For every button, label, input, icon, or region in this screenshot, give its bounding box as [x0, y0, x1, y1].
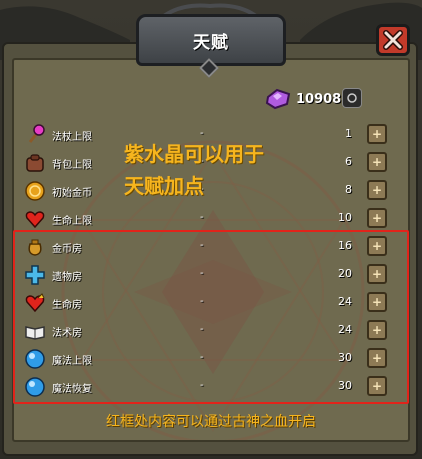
talent-label: 背包上限 [52, 160, 92, 171]
upgrade-button[interactable]: + [367, 180, 387, 200]
locked-talents-highlight [13, 230, 409, 404]
title-banner: 天赋 [136, 14, 286, 66]
close-button[interactable] [376, 24, 410, 56]
wand-icon [28, 124, 45, 143]
talent-value: 8 [345, 183, 352, 196]
upgrade-button[interactable]: + [367, 124, 387, 144]
annotation-text: 紫水晶可以用于 天赋加点 [124, 138, 324, 202]
page-title: 天赋 [193, 32, 229, 53]
talent-row: 生命上限 - 10 + [22, 205, 392, 233]
annotation-line-1: 紫水晶可以用于 [124, 142, 264, 166]
talent-screen: 天赋 10908 法杖上限 - 1 + 背包上限 - 6 + 初始金币 - 8 … [0, 0, 422, 459]
annotation-line-2: 天赋加点 [124, 174, 204, 198]
purple-crystal-icon [265, 88, 291, 110]
crystal-count: 10908 [296, 92, 342, 107]
heart-icon [25, 211, 45, 229]
refresh-button[interactable] [342, 88, 362, 108]
talent-label: 法杖上限 [52, 132, 92, 143]
talent-value: 6 [345, 155, 352, 168]
talent-label: 初始金币 [52, 188, 92, 199]
refresh-icon [347, 93, 357, 103]
upgrade-button[interactable]: + [367, 152, 387, 172]
talent-label: 生命上限 [52, 216, 92, 227]
talent-value: 1 [345, 127, 352, 140]
footer-note: 红框处内容可以通过古神之血开启 [106, 414, 316, 430]
close-icon [383, 30, 403, 50]
talent-value: 10 [338, 211, 352, 224]
gold-coin-icon [25, 181, 45, 201]
backpack-icon [26, 154, 44, 172]
upgrade-button[interactable]: + [367, 208, 387, 228]
talent-cost: - [200, 212, 204, 223]
